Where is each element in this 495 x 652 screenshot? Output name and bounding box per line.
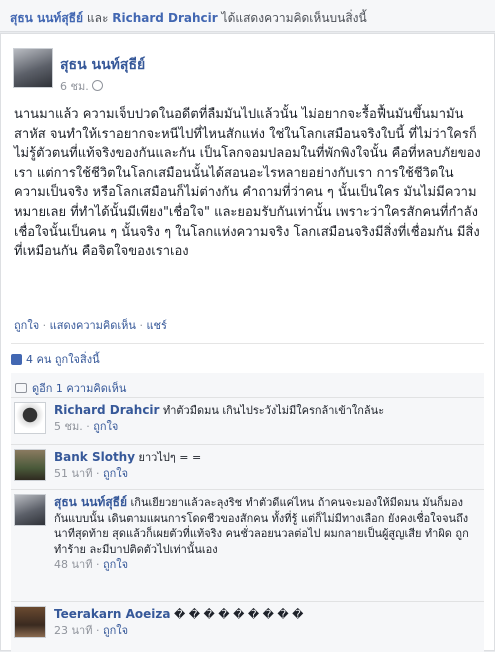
comment-author[interactable]: สุธน นนท์สุธีย์ (54, 495, 127, 509)
header-user2-link[interactable]: Richard Drahcir (112, 11, 217, 25)
comment-bubble-icon (15, 383, 27, 393)
comment-like-link[interactable]: ถูกใจ (93, 420, 118, 433)
comment-meta: 48 นาที · ถูกใจ (54, 557, 474, 573)
header-conj: และ (86, 11, 109, 25)
likes-summary[interactable]: 4 คน ถูกใจสิ่งนี้ (11, 343, 484, 371)
comment-body: Bank Slothy ยาวไปๆ = = 51 นาที · ถูกใจ (54, 450, 474, 481)
comment-like-link[interactable]: ถูกใจ (103, 467, 128, 480)
activity-header: สุธน นนท์สุธีย์ และ Richard Drahcir ได้แ… (0, 0, 495, 32)
comment-meta: 23 นาที · ถูกใจ (54, 623, 474, 639)
likes-count-text[interactable]: 4 คน ถูกใจสิ่งนี้ (26, 353, 100, 366)
comment-text: � � � � � � � � � (173, 608, 304, 621)
comment-author[interactable]: Richard Drahcir (54, 403, 159, 417)
comments-section: ดูอีก 1 ความคิดเห็น Richard Drahcir ทำตั… (11, 373, 484, 652)
comment-meta-sep: · (92, 623, 103, 637)
header-action-text: ได้แสดงความคิดเห็นบนสิ่งนี้ (221, 11, 367, 25)
comment-meta-sep: · (92, 558, 103, 571)
like-link[interactable]: ถูกใจ (14, 319, 39, 332)
share-link[interactable]: แชร์ (146, 319, 166, 332)
post-time-text: 6 ชม. (60, 80, 89, 93)
comment-time[interactable]: 23 นาที (54, 624, 92, 637)
post-card: สุธน นนท์สุธีย์ 6 ชม. นานมาแล้ว ความเจ็บ… (0, 33, 495, 652)
comment-like-link[interactable]: ถูกใจ (103, 624, 128, 637)
globe-icon (91, 80, 103, 91)
comment-item: Bank Slothy ยาวไปๆ = = 51 นาที · ถูกใจ (11, 444, 484, 489)
comment-time[interactable]: 5 ชม. (54, 420, 83, 433)
comment-meta: 5 ชม. · ถูกใจ (54, 419, 474, 435)
comment-meta-sep: · (82, 419, 94, 433)
comment-author[interactable]: Bank Slothy (54, 450, 135, 464)
comment-time[interactable]: 48 นาที (54, 558, 92, 571)
comment-item: Richard Drahcir ทำตัวมืดมน เกินไประวังไม… (11, 397, 484, 444)
post-body-text: นานมาแล้ว ความเจ็บปวดในอดีตที่ลืมมันไปแล… (14, 107, 481, 260)
comment-body: Teerakarn Aoeiza � � � � � � � � � 23 นา… (54, 607, 474, 638)
comment-avatar[interactable] (14, 494, 46, 526)
comment-text: ยาวไปๆ = = (138, 451, 202, 464)
comment-like-link[interactable]: ถูกใจ (103, 558, 128, 571)
comment-avatar[interactable] (14, 606, 46, 638)
post-author-name[interactable]: สุธน นนท์สุธีย์ (60, 54, 145, 76)
view-previous-comments[interactable]: ดูอีก 1 ความคิดเห็น (15, 379, 126, 397)
view-previous-comments-label[interactable]: ดูอีก 1 ความคิดเห็น (32, 382, 126, 395)
post-timestamp[interactable]: 6 ชม. (60, 77, 103, 95)
comment-avatar[interactable] (14, 402, 46, 434)
post-author-avatar[interactable] (13, 48, 53, 88)
post-actions: ถูกใจ · แสดงความคิดเห็น · แชร์ (14, 316, 167, 334)
comment-body: สุธน นนท์สุธีย์ เกินเยียวยาแล้วละลุงริช … (54, 495, 474, 573)
comment-meta-sep: · (92, 466, 103, 480)
actions-sep-2: · (135, 319, 147, 332)
comment-time[interactable]: 51 นาที (54, 467, 92, 480)
comment-item: Teerakarn Aoeiza � � � � � � � � � 23 นา… (11, 601, 484, 652)
comment-body: Richard Drahcir ทำตัวมืดมน เกินไประวังไม… (54, 403, 474, 434)
comment-meta: 51 นาที · ถูกใจ (54, 466, 474, 482)
comment-text: ทำตัวมืดมน เกินไประวังไม่มีใครกล้าเข้าใก… (162, 404, 385, 417)
actions-sep-1: · (39, 319, 50, 332)
comment-author[interactable]: Teerakarn Aoeiza (54, 607, 170, 621)
comment-link[interactable]: แสดงความคิดเห็น (50, 319, 136, 332)
thumbs-up-icon (11, 354, 22, 365)
header-user1-link[interactable]: สุธน นนท์สุธีย์ (10, 11, 83, 25)
comment-avatar[interactable] (14, 449, 46, 481)
